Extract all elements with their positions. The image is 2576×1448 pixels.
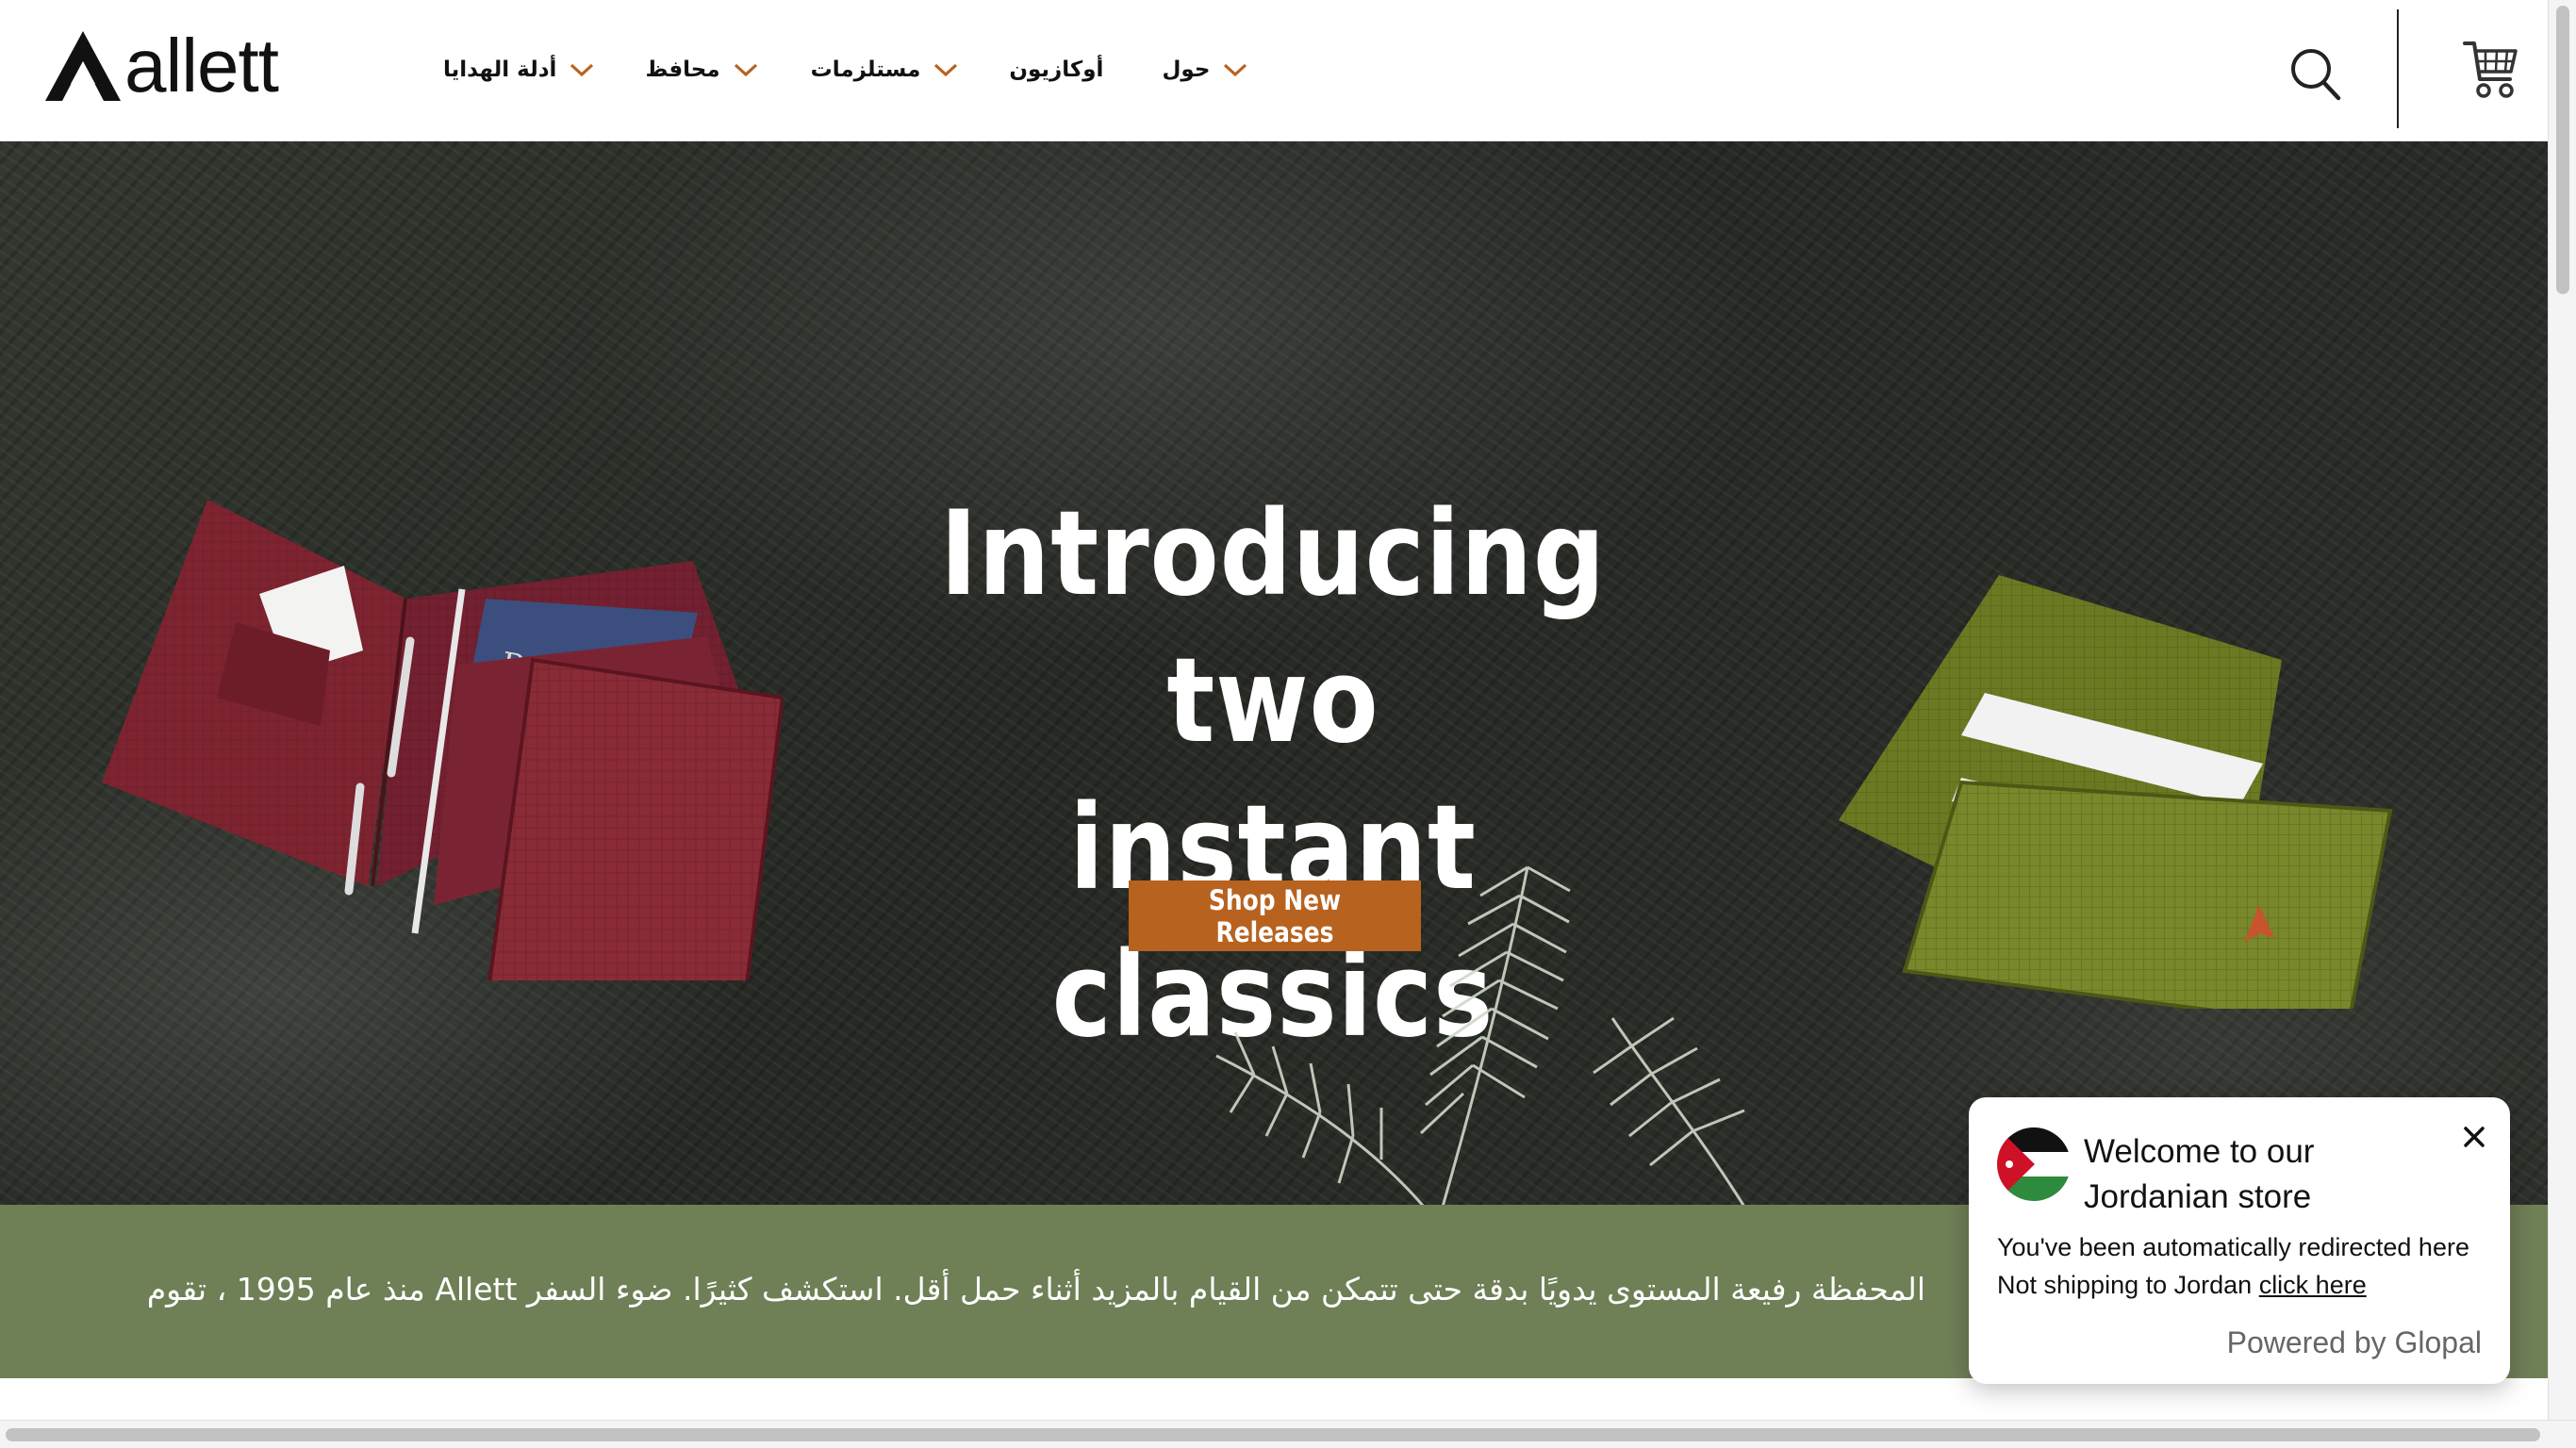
pine-branch-decoration: [1215, 865, 1745, 1205]
site-header: allett أدلة الهدايا محافظ مستلزمات أوكاز…: [0, 0, 2548, 141]
cart-icon: [2463, 41, 2518, 98]
nav-label-accessories: مستلزمات: [810, 58, 921, 82]
close-icon: [2464, 1127, 2485, 1147]
search-button[interactable]: [2289, 45, 2342, 104]
popup-shipping-text: Not shipping to Jordan: [1997, 1271, 2259, 1299]
nav-wallets[interactable]: محافظ: [645, 45, 757, 94]
nav-about[interactable]: حول: [1162, 45, 1247, 94]
burgundy-passport-wallet-image: PASSPORT: [102, 500, 783, 980]
chevron-down-icon: [570, 63, 594, 77]
chevron-down-icon: [934, 63, 958, 77]
promo-text: المحفظة رفيعة المستوى يدويًا بدقة حتى تت…: [146, 1271, 1925, 1308]
horizontal-scrollbar[interactable]: [0, 1420, 2576, 1448]
store-redirect-popup: Welcome to our Jordanian store You've be…: [1969, 1097, 2510, 1384]
chevron-down-icon: [734, 63, 757, 77]
nav-sale[interactable]: أوكازيون: [1009, 45, 1103, 94]
nav-label-sale: أوكازيون: [1009, 58, 1104, 82]
jordan-flag-icon: [1997, 1127, 2071, 1201]
hero-banner: PASSPORT Introducing two instant classic…: [0, 141, 2548, 1205]
allett-a-logo-icon: [45, 31, 121, 101]
powered-by-glopal: Powered by Glopal: [2226, 1325, 2482, 1359]
header-divider: [2397, 9, 2399, 128]
nav-accessories[interactable]: مستلزمات: [811, 45, 959, 94]
main-nav: أدلة الهدايا محافظ مستلزمات أوكازيون حول: [443, 45, 1247, 94]
popup-title: Welcome to our Jordanian store: [2084, 1133, 2315, 1215]
horizontal-scrollbar-thumb[interactable]: [6, 1428, 2540, 1441]
vertical-scrollbar-thumb[interactable]: [2556, 6, 2569, 294]
nav-gift-guides[interactable]: أدلة الهدايا: [443, 45, 594, 94]
hero-headline-line1: Introducing two: [939, 486, 1607, 769]
allett-logo[interactable]: allett: [43, 24, 279, 107]
close-button[interactable]: [2455, 1118, 2493, 1156]
search-icon: [2291, 49, 2341, 101]
logo-text: allett: [124, 24, 279, 107]
vertical-scrollbar[interactable]: [2548, 0, 2576, 1423]
popup-shipping-message: Not shipping to Jordan click here: [1997, 1271, 2367, 1300]
click-here-link[interactable]: click here: [2259, 1271, 2367, 1299]
green-card-wallet-image: [1839, 575, 2393, 1009]
cart-button[interactable]: [2463, 36, 2519, 104]
chevron-down-icon: [1224, 63, 1247, 77]
nav-label-wallets: محافظ: [645, 58, 720, 82]
nav-label-gift-guides: أدلة الهدايا: [443, 58, 557, 82]
popup-redirect-message: You've been automatically redirected her…: [1997, 1233, 2469, 1261]
nav-label-about: حول: [1162, 58, 1211, 82]
